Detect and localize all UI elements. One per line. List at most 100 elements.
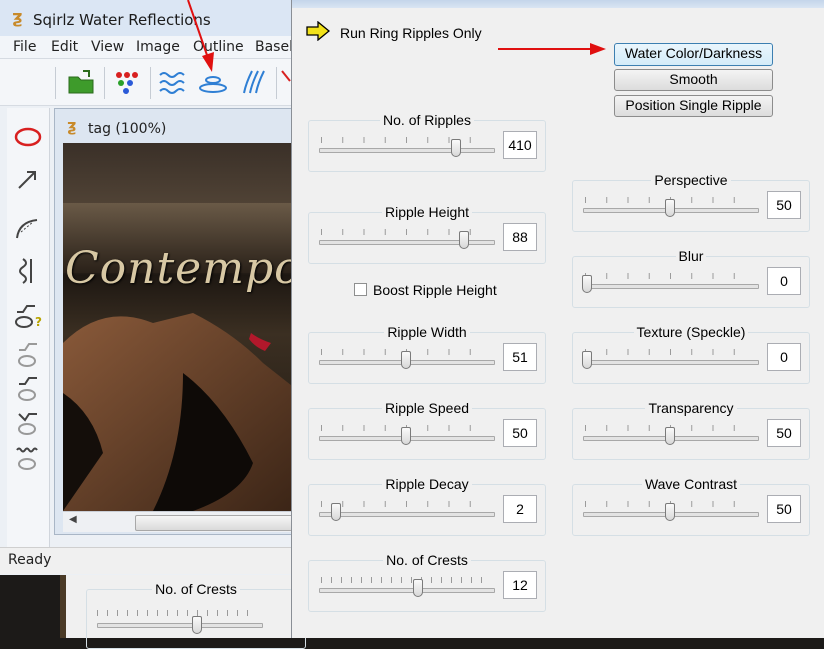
left-toolbox: ?	[7, 108, 50, 548]
ripple-decay-slider-thumb[interactable]	[331, 503, 342, 521]
document-logo-icon: ƺ	[67, 116, 77, 135]
perspective-group: Perspective 50	[572, 172, 810, 232]
back-crests-label: No. of Crests	[87, 581, 305, 597]
toolbar	[0, 58, 300, 106]
no-of-crests-slider-thumb[interactable]	[412, 579, 423, 597]
blur-group: Blur 0	[572, 248, 810, 308]
ripple-width-group: Ripple Width 51	[308, 324, 546, 384]
back-crests-ticks	[97, 610, 257, 616]
texture-speckle-slider-thumb[interactable]	[582, 351, 592, 369]
arrow-tool-icon[interactable]	[13, 164, 43, 194]
document-horizontal-scrollbar[interactable]: ◀	[63, 511, 303, 532]
curve-tool-icon[interactable]	[13, 212, 43, 242]
svg-text:?: ?	[35, 315, 42, 329]
no-of-ripples-slider-thumb[interactable]	[450, 139, 461, 157]
waves-icon[interactable]	[158, 67, 188, 97]
no-of-crests-value-field[interactable]: 12	[503, 571, 537, 599]
texture-speckle-ticks	[585, 349, 755, 355]
no-of-ripples-slider-track[interactable]	[319, 148, 495, 153]
menu-file[interactable]: File	[13, 39, 36, 55]
run-arrow-icon[interactable]	[306, 21, 330, 41]
toolbar-separator	[55, 67, 56, 99]
dialog-titlebar	[292, 0, 824, 8]
wave-contrast-value-field[interactable]: 50	[767, 495, 801, 523]
ripple-decay-ticks	[321, 501, 491, 507]
smooth-button[interactable]: Smooth	[614, 69, 773, 91]
texture-speckle-slider-track[interactable]	[583, 360, 759, 365]
back-crests-track[interactable]	[97, 623, 263, 628]
ripple-decay-value-field[interactable]: 2	[503, 495, 537, 523]
texture-speckle-value-field[interactable]: 0	[767, 343, 801, 371]
wave-contrast-group: Wave Contrast 50	[572, 476, 810, 536]
menu-image[interactable]: Image	[136, 39, 180, 55]
menu-view[interactable]: View	[91, 39, 124, 55]
ripple-tool-2-icon[interactable]	[13, 374, 43, 404]
main-window-title: Sqirlz Water Reflections	[33, 11, 211, 29]
main-titlebar: ƺ Sqirlz Water Reflections	[0, 0, 300, 36]
transparency-value-field[interactable]: 50	[767, 419, 801, 447]
position-single-ripple-button[interactable]: Position Single Ripple	[614, 95, 773, 117]
no-of-crests-group: No. of Crests 12	[308, 552, 546, 612]
toolbar-separator	[104, 67, 105, 99]
no-of-crests-label: No. of Crests	[309, 552, 545, 568]
scroll-thumb[interactable]	[135, 515, 303, 531]
statusbar: Ready	[0, 547, 300, 574]
ripple-tool-4-icon[interactable]	[13, 442, 43, 472]
ellipse-tool-icon[interactable]	[13, 122, 43, 152]
perspective-label: Perspective	[573, 172, 809, 188]
water-color-darkness-button[interactable]: Water Color/Darkness	[614, 43, 773, 66]
transparency-slider-thumb[interactable]	[665, 427, 675, 445]
ring-ripples-icon[interactable]	[198, 67, 228, 97]
menu-outline[interactable]: Outline	[193, 39, 244, 55]
no-of-crests-slider-track[interactable]	[319, 588, 495, 593]
blur-slider-track[interactable]	[583, 284, 759, 289]
toolbar-separator	[276, 67, 277, 99]
diagonal-waves-icon[interactable]	[238, 67, 268, 97]
ripple-width-slider-thumb[interactable]	[401, 351, 411, 369]
run-ring-ripples-label[interactable]: Run Ring Ripples Only	[340, 25, 482, 41]
open-folder-icon[interactable]	[66, 67, 96, 97]
blur-label: Blur	[573, 248, 809, 264]
back-crests-thumb[interactable]	[192, 616, 202, 634]
texture-speckle-label: Texture (Speckle)	[573, 324, 809, 340]
transparency-label: Transparency	[573, 400, 809, 416]
wave-contrast-slider-thumb[interactable]	[665, 503, 675, 521]
main-window: ƺ Sqirlz Water Reflections File Edit Vie…	[0, 0, 303, 575]
ripple-speed-slider-thumb[interactable]	[401, 427, 411, 445]
ripple-decay-group: Ripple Decay 2	[308, 476, 546, 536]
perspective-value-field[interactable]: 50	[767, 191, 801, 219]
no-of-ripples-value-field[interactable]: 410	[503, 131, 537, 159]
ripple-help-tool-icon[interactable]: ?	[13, 300, 43, 330]
document-image[interactable]: Contemporary	[63, 143, 301, 511]
ripple-tool-1-icon[interactable]	[13, 340, 43, 370]
blur-slider-thumb[interactable]	[582, 275, 592, 293]
ripple-width-label: Ripple Width	[309, 324, 545, 340]
status-text: Ready	[8, 552, 52, 568]
menu-edit[interactable]: Edit	[51, 39, 78, 55]
ripple-width-value-field[interactable]: 51	[503, 343, 537, 371]
color-dots-icon[interactable]	[112, 67, 142, 97]
blur-value-field[interactable]: 0	[767, 267, 801, 295]
perspective-slider-thumb[interactable]	[665, 199, 675, 217]
transparency-group: Transparency 50	[572, 400, 810, 460]
background-dialog-fragment: No. of Crests	[60, 575, 306, 649]
ripple-speed-group: Ripple Speed 50	[308, 400, 546, 460]
ripple-decay-label: Ripple Decay	[309, 476, 545, 492]
ripple-decay-slider-track[interactable]	[319, 512, 495, 517]
boost-ripple-height-checkbox[interactable]	[354, 283, 367, 296]
no-of-ripples-group: No. of Ripples 410	[308, 112, 546, 172]
menubar: File Edit View Image Outline Basel	[0, 36, 300, 58]
ripple-tool-3-icon[interactable]	[13, 408, 43, 438]
ripple-height-label: Ripple Height	[309, 204, 545, 220]
ripple-speed-value-field[interactable]: 50	[503, 419, 537, 447]
menu-baseline[interactable]: Basel	[255, 39, 293, 55]
app-logo-icon: ƺ	[12, 7, 23, 28]
ripple-height-slider-thumb[interactable]	[459, 231, 470, 249]
ripple-height-value-field[interactable]: 88	[503, 223, 537, 251]
texture-speckle-group: Texture (Speckle) 0	[572, 324, 810, 384]
wave-contrast-label: Wave Contrast	[573, 476, 809, 492]
ripple-height-group: Ripple Height 88	[308, 204, 546, 264]
scroll-left-icon[interactable]: ◀	[69, 514, 77, 525]
vertical-wave-tool-icon[interactable]	[13, 256, 43, 286]
image-script-text: Contemporary	[65, 243, 301, 294]
